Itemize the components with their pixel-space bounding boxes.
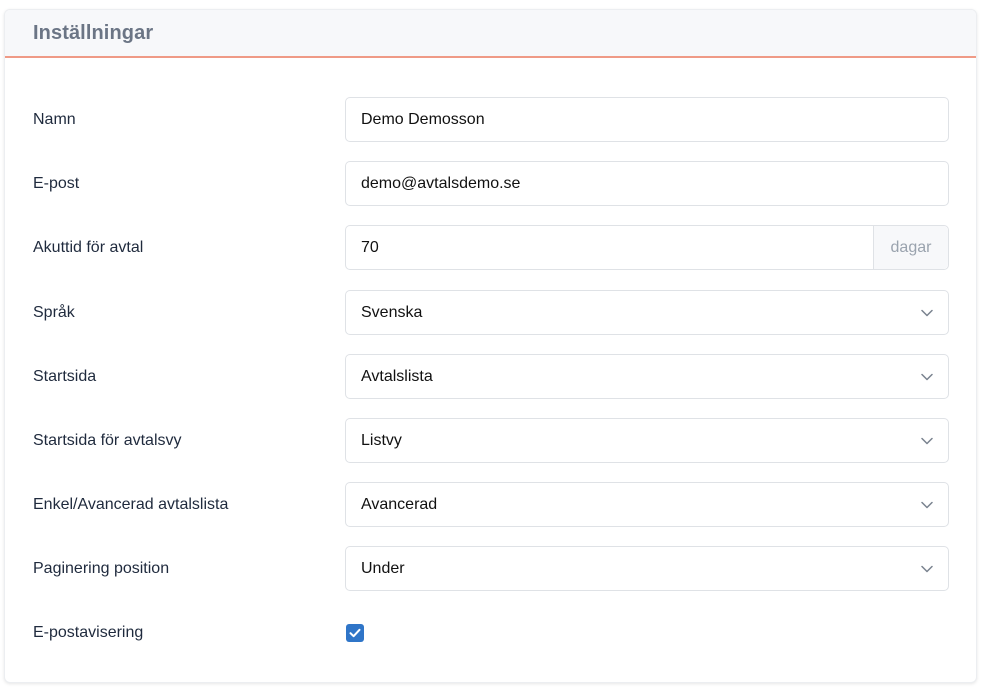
agreement-view-select-value: Listvy <box>361 431 402 449</box>
form-row-agreement-view: Startsida för avtalsvy Listvy <box>5 418 976 463</box>
form-row-email-notice: E-postavisering <box>5 610 976 655</box>
name-label: Namn <box>33 111 76 128</box>
checkmark-icon <box>349 628 361 638</box>
form-row-pagination: Paginering position Under <box>5 546 976 591</box>
startpage-select[interactable]: Avtalslista <box>345 354 949 399</box>
email-field[interactable] <box>346 162 948 205</box>
chevron-down-icon <box>920 434 934 448</box>
form-row-urgent-time: Akuttid för avtal dagar <box>5 225 976 270</box>
settings-card: Inställningar Namn E-post Akuttid för av… <box>4 9 977 683</box>
language-select-value: Svenska <box>361 303 423 321</box>
list-mode-label: Enkel/Avancerad avtalslista <box>33 496 229 513</box>
chevron-down-icon <box>920 562 934 576</box>
email-notice-label: E-postavisering <box>33 624 144 641</box>
list-mode-select[interactable]: Avancerad <box>345 482 949 527</box>
startpage-select-value: Avtalslista <box>361 367 433 385</box>
language-select[interactable]: Svenska <box>345 290 949 335</box>
name-field[interactable] <box>346 98 948 141</box>
chevron-down-icon <box>920 306 934 320</box>
startpage-label: Startsida <box>33 368 97 385</box>
chevron-down-icon <box>920 498 934 512</box>
page-title: Inställningar <box>33 21 154 44</box>
email-field-wrapper <box>345 161 949 206</box>
form-row-list-mode: Enkel/Avancerad avtalslista Avancerad <box>5 482 976 527</box>
urgent-time-input-group: dagar <box>345 225 949 270</box>
agreement-view-label: Startsida för avtalsvy <box>33 432 182 449</box>
card-header: Inställningar <box>5 10 976 58</box>
chevron-down-icon <box>920 370 934 384</box>
form-row-language: Språk Svenska <box>5 290 976 335</box>
form-row-name: Namn <box>5 97 976 142</box>
urgent-time-label: Akuttid för avtal <box>33 239 144 256</box>
name-field-wrapper <box>345 97 949 142</box>
pagination-select-value: Under <box>361 559 405 577</box>
email-label: E-post <box>33 175 80 192</box>
form-row-startpage: Startsida Avtalslista <box>5 354 976 399</box>
list-mode-select-value: Avancerad <box>361 495 438 513</box>
agreement-view-select[interactable]: Listvy <box>345 418 949 463</box>
urgent-time-field[interactable] <box>346 226 873 269</box>
form-row-email: E-post <box>5 161 976 206</box>
pagination-select[interactable]: Under <box>345 546 949 591</box>
pagination-label: Paginering position <box>33 560 170 577</box>
email-notice-checkbox[interactable] <box>346 624 364 642</box>
days-suffix: dagar <box>873 226 948 269</box>
language-label: Språk <box>33 304 75 321</box>
